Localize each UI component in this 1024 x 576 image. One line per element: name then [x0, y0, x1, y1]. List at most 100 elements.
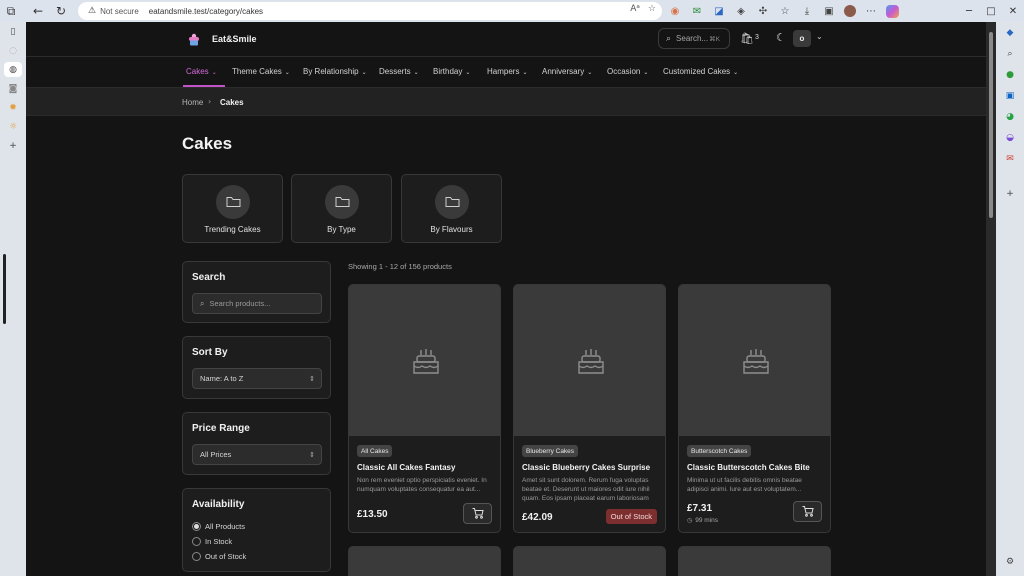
- product-description: Amet sit sunt dolorem. Rerum fuga volupt…: [522, 477, 650, 502]
- screenshot-icon[interactable]: ▣: [822, 4, 836, 18]
- tab-icon[interactable]: ▯: [0, 22, 26, 41]
- copilot-icon[interactable]: [886, 4, 899, 18]
- nav-item-desserts[interactable]: Desserts ⌄: [379, 67, 419, 76]
- favorite-star-icon[interactable]: ☆: [648, 4, 656, 14]
- product-card[interactable]: Butterscotch Cakes Classic Butterscotch …: [678, 284, 831, 533]
- cupcake-logo-icon[interactable]: [186, 31, 202, 47]
- extension-icon[interactable]: ◪: [712, 4, 726, 18]
- page-scrollbar[interactable]: [986, 22, 996, 576]
- add-to-cart-button[interactable]: [463, 503, 492, 524]
- sort-value: Name: A to Z: [200, 374, 244, 383]
- radio-selected[interactable]: [192, 522, 201, 531]
- new-tab-icon[interactable]: +: [0, 136, 26, 155]
- nav-item-cakes[interactable]: Cakes ⌄: [186, 67, 217, 76]
- favorites-icon[interactable]: ☆: [778, 4, 792, 18]
- address-bar[interactable]: ⚠ Not secure eatandsmile.test/category/c…: [78, 2, 662, 20]
- nav-item-label: Desserts: [379, 67, 411, 76]
- subcategory-tile[interactable]: By Flavours: [401, 174, 502, 243]
- nav-item-label: Anniversary: [542, 67, 585, 76]
- subcategory-tile[interactable]: Trending Cakes: [182, 174, 283, 243]
- more-icon[interactable]: ⋯: [864, 4, 878, 18]
- chevron-down-icon: ⌄: [284, 69, 290, 76]
- product-card[interactable]: All Cakes Classic All Cakes Fantasy Non …: [348, 284, 501, 533]
- close-icon[interactable]: ✕: [1002, 0, 1024, 22]
- theme-toggle-icon[interactable]: ☾: [776, 31, 786, 44]
- back-icon[interactable]: ←: [27, 0, 49, 22]
- tab-actions-icon[interactable]: ⧉: [0, 0, 22, 22]
- extension-icon[interactable]: ✉: [690, 4, 704, 18]
- sort-select[interactable]: Name: A to Z ⇕: [192, 368, 322, 389]
- copilot-sidebar-icon[interactable]: ◆: [996, 22, 1024, 43]
- maximize-icon[interactable]: □: [980, 0, 1002, 22]
- product-card[interactable]: [678, 546, 831, 576]
- subcategory-tile[interactable]: By Type: [291, 174, 392, 243]
- radio[interactable]: [192, 552, 201, 561]
- availability-option[interactable]: In Stock: [192, 537, 232, 546]
- site-header: Eat&Smile ⌕ Search... ⌘K 🛍 3 ☾ o ⌄: [26, 22, 986, 57]
- app-icon[interactable]: ●: [996, 64, 1024, 85]
- product-price: £42.09: [522, 512, 553, 523]
- nav-item-anniversary[interactable]: Anniversary ⌄: [542, 67, 592, 76]
- product-name[interactable]: Classic Butterscotch Cakes Bite: [687, 463, 810, 472]
- profile-avatar[interactable]: [844, 5, 856, 17]
- add-app-icon[interactable]: +: [996, 183, 1024, 204]
- extension-icon[interactable]: ◈: [734, 4, 748, 18]
- tab-icon[interactable]: ◙: [0, 79, 26, 98]
- clock-icon: ◷: [687, 517, 693, 524]
- minimize-icon[interactable]: ─: [958, 0, 980, 22]
- product-image-placeholder[interactable]: [679, 285, 830, 436]
- radio[interactable]: [192, 537, 201, 546]
- nav-item-theme-cakes[interactable]: Theme Cakes ⌄: [232, 67, 290, 76]
- chevron-down-icon: ⌄: [361, 69, 367, 76]
- security-label: Not secure: [100, 6, 139, 16]
- breadcrumb-home[interactable]: Home: [182, 98, 203, 107]
- product-description: Minima ut ut facilis debitis omnis beata…: [687, 477, 802, 493]
- tab-icon[interactable]: ◌: [0, 41, 26, 60]
- read-aloud-icon[interactable]: Aᵃ: [630, 4, 640, 14]
- nav-item-by-relationship[interactable]: By Relationship ⌄: [303, 67, 367, 76]
- subcategory-label: By Flavours: [430, 225, 473, 234]
- browser-toolbar: ⧉ ← ↻ ⚠ Not secure eatandsmile.test/cate…: [0, 0, 1024, 22]
- availability-option[interactable]: Out of Stock: [192, 552, 246, 561]
- product-image-placeholder[interactable]: [514, 285, 665, 436]
- product-name[interactable]: Classic All Cakes Fantasy: [357, 463, 455, 472]
- product-image-placeholder[interactable]: [349, 285, 500, 436]
- price-select[interactable]: All Prices ⇕: [192, 444, 322, 465]
- linkedin-icon[interactable]: ▣: [996, 85, 1024, 106]
- globe-icon[interactable]: ◍: [4, 62, 22, 77]
- product-search-input[interactable]: ⌕ Search products...: [192, 293, 322, 314]
- chevron-right-icon: ›: [208, 97, 212, 106]
- nav-item-occasion[interactable]: Occasion ⌄: [607, 67, 648, 76]
- downloads-icon[interactable]: ⤓: [800, 4, 814, 18]
- puzzle-icon[interactable]: ✣: [756, 4, 770, 18]
- product-card[interactable]: [348, 546, 501, 576]
- extension-icon[interactable]: ◉: [668, 4, 682, 18]
- nav-item-label: Theme Cakes: [232, 67, 282, 76]
- product-name[interactable]: Classic Blueberry Cakes Surprise: [522, 463, 650, 472]
- category-nav: Cakes ⌄ Theme Cakes ⌄ By Relationship ⌄ Des…: [26, 57, 986, 88]
- add-to-cart-button[interactable]: [793, 501, 822, 522]
- nav-item-birthday[interactable]: Birthday ⌄: [433, 67, 470, 76]
- cart-icon[interactable]: 🛍: [740, 32, 754, 45]
- scroll-thumb[interactable]: [989, 32, 993, 218]
- user-menu-button[interactable]: o: [793, 30, 811, 47]
- gmail-icon[interactable]: ✉: [996, 148, 1024, 169]
- tab-icon[interactable]: ✹: [0, 98, 26, 117]
- nav-item-customized-cakes[interactable]: Customized Cakes ⌄: [663, 67, 738, 76]
- product-card[interactable]: Blueberry Cakes Classic Blueberry Cakes …: [513, 284, 666, 533]
- site-name[interactable]: Eat&Smile: [212, 34, 257, 44]
- search-icon[interactable]: ⌕: [996, 43, 1024, 64]
- messenger-icon[interactable]: ◒: [996, 127, 1024, 148]
- page-viewport: Eat&Smile ⌕ Search... ⌘K 🛍 3 ☾ o ⌄ Cakes ⌄…: [26, 22, 986, 576]
- nav-item-hampers[interactable]: Hampers ⌄: [487, 67, 527, 76]
- availability-option[interactable]: All Products: [192, 522, 245, 531]
- product-card[interactable]: [513, 546, 666, 576]
- site-search-button[interactable]: ⌕ Search... ⌘K: [658, 28, 730, 49]
- whatsapp-icon[interactable]: ◕: [996, 106, 1024, 127]
- nav-item-label: Customized Cakes: [663, 67, 731, 76]
- chevron-down-icon[interactable]: ⌄: [816, 32, 823, 41]
- user-initial: o: [799, 34, 805, 43]
- tab-icon[interactable]: ☼: [0, 117, 26, 136]
- refresh-icon[interactable]: ↻: [50, 0, 72, 22]
- settings-icon[interactable]: ⚙: [996, 551, 1024, 572]
